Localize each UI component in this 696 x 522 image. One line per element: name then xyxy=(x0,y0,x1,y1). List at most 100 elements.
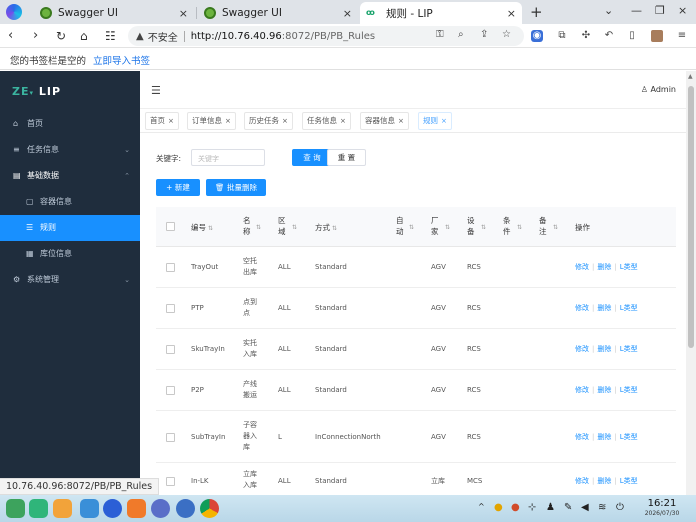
close-icon[interactable]: × xyxy=(441,117,447,125)
row-checkbox[interactable] xyxy=(166,345,175,354)
settings-app-icon[interactable] xyxy=(151,499,170,518)
sidebar-item-task-info[interactable]: ≡ 任务信息 ⌄ xyxy=(0,137,140,163)
clock-date[interactable]: 2026/07/30 xyxy=(638,510,686,517)
scrollbar-thumb[interactable] xyxy=(688,86,694,348)
tray-network-share-icon[interactable]: ⊹ xyxy=(528,502,536,513)
tag-history[interactable]: 历史任务 × xyxy=(244,112,293,130)
share-icon[interactable]: ⇪ xyxy=(480,29,488,40)
sidebar-item-rules[interactable]: ☰ 规则 xyxy=(0,215,140,241)
edit-link[interactable]: 修改 xyxy=(575,304,589,312)
sidebar-item-containers[interactable]: ▢ 容器信息 xyxy=(0,189,140,215)
close-icon[interactable]: × xyxy=(340,117,346,125)
close-icon[interactable]: × xyxy=(168,117,174,125)
reset-button[interactable]: 重 置 xyxy=(327,149,366,166)
ltype-link[interactable]: L类型 xyxy=(620,386,638,394)
profile-avatar[interactable] xyxy=(651,30,663,42)
key-icon[interactable]: ⚿ xyxy=(436,29,444,40)
close-icon[interactable]: × xyxy=(225,117,231,125)
close-icon[interactable]: × xyxy=(398,117,404,125)
import-bookmarks-link[interactable]: 立即导入书签 xyxy=(93,56,150,67)
close-window-icon[interactable]: × xyxy=(678,4,687,17)
edit-link[interactable]: 修改 xyxy=(575,433,589,441)
zoom-icon[interactable]: ⌕ xyxy=(458,29,464,40)
sidebar-item-locations[interactable]: ▦ 库位信息 xyxy=(0,241,140,267)
edge-app-icon[interactable] xyxy=(103,499,122,518)
puzzle-icon[interactable]: ✣ xyxy=(580,30,592,42)
monitor-app-icon[interactable] xyxy=(176,499,195,518)
browser-tab-swagger-2[interactable]: Swagger UI × xyxy=(198,2,358,24)
query-button[interactable]: 查 询 xyxy=(292,149,332,166)
tray-sync-icon[interactable]: ● xyxy=(511,502,520,513)
apps-icon[interactable]: ☷ xyxy=(105,28,116,44)
delete-link[interactable]: 删除 xyxy=(597,345,611,353)
browser-app-icon[interactable] xyxy=(80,499,99,518)
ltype-link[interactable]: L类型 xyxy=(620,477,638,485)
user-menu[interactable]: ♙ Admin xyxy=(641,85,676,94)
mail-app-icon[interactable] xyxy=(127,499,146,518)
sort-icon[interactable]: ⇅ xyxy=(553,222,558,233)
tray-user-icon[interactable]: ♟ xyxy=(546,502,555,513)
close-tab-icon[interactable]: × xyxy=(507,7,516,20)
browser-menu-icon[interactable]: ≡ xyxy=(676,30,688,42)
new-tab-button[interactable]: + xyxy=(530,3,543,21)
col-header-device[interactable]: 设备 xyxy=(467,215,477,237)
sort-icon[interactable]: ⇅ xyxy=(481,222,486,233)
launcher-icon[interactable] xyxy=(6,499,25,518)
edit-link[interactable]: 修改 xyxy=(575,263,589,271)
delete-link[interactable]: 删除 xyxy=(597,386,611,394)
edit-link[interactable]: 修改 xyxy=(575,386,589,394)
col-header-remark[interactable]: 备注 xyxy=(539,215,549,237)
col-header-area[interactable]: 区域 xyxy=(278,215,288,237)
col-header-condition[interactable]: 条件 xyxy=(503,215,513,237)
col-header-code[interactable]: 编号 ⇅ xyxy=(191,222,213,234)
close-icon[interactable]: × xyxy=(282,117,288,125)
ltype-link[interactable]: L类型 xyxy=(620,304,638,312)
tray-power-icon[interactable]: ⏻ xyxy=(616,502,624,513)
col-header-name[interactable]: 名称 xyxy=(243,215,253,237)
url-bar[interactable]: ▲ 不安全 http://10.76.40.96 :8072/PB/PB_Rul… xyxy=(128,26,524,46)
sort-icon[interactable]: ⇅ xyxy=(292,222,297,233)
keyword-input[interactable]: 关键字 xyxy=(191,149,265,166)
row-checkbox[interactable] xyxy=(166,477,175,486)
clock-time[interactable]: 16:21 xyxy=(644,498,680,509)
ltype-link[interactable]: L类型 xyxy=(620,345,638,353)
col-header-mode[interactable]: 方式 ⇅ xyxy=(315,222,337,234)
tray-wifi-icon[interactable]: ≋ xyxy=(598,502,606,513)
ltype-link[interactable]: L类型 xyxy=(620,433,638,441)
home-button-icon[interactable]: ⌂ xyxy=(80,28,88,44)
file-manager-icon[interactable] xyxy=(29,499,48,518)
tray-pen-icon[interactable]: ✎ xyxy=(564,502,572,513)
tray-app-icon[interactable]: ● xyxy=(494,502,503,513)
close-tab-icon[interactable]: × xyxy=(343,7,352,20)
app-store-icon[interactable] xyxy=(53,499,72,518)
restore-icon[interactable]: ❐ xyxy=(655,4,665,17)
hamburger-icon[interactable]: ☰ xyxy=(151,84,161,97)
row-checkbox[interactable] xyxy=(166,433,175,442)
close-tab-icon[interactable]: × xyxy=(179,7,188,20)
ltype-link[interactable]: L类型 xyxy=(620,263,638,271)
sidebar-item-base-data[interactable]: ▤ 基础数据 ⌃ xyxy=(0,163,140,189)
sidepanel-icon[interactable]: ▯ xyxy=(626,30,638,42)
add-button[interactable]: + 新建 xyxy=(156,179,200,196)
forward-arrow-icon[interactable]: › xyxy=(33,28,38,44)
browser-logo-icon[interactable] xyxy=(6,4,22,20)
history-icon[interactable]: ↶ xyxy=(603,30,615,42)
scroll-up-icon[interactable]: ▲ xyxy=(688,73,693,80)
row-checkbox[interactable] xyxy=(166,386,175,395)
minimize-icon[interactable]: — xyxy=(631,4,642,17)
tag-home[interactable]: 首页 × xyxy=(145,112,179,130)
sort-icon[interactable]: ⇅ xyxy=(256,222,261,233)
delete-link[interactable]: 删除 xyxy=(597,263,611,271)
tag-rules[interactable]: 规则 × xyxy=(418,112,452,130)
browser-tab-lip[interactable]: ꝏ 规则 - LIP × xyxy=(360,2,522,24)
tab-search-icon[interactable]: ⌄ xyxy=(604,4,613,17)
tag-tasks[interactable]: 任务信息 × xyxy=(302,112,351,130)
batch-delete-button[interactable]: 🗑 批量删除 xyxy=(206,179,266,196)
warning-icon[interactable]: ▲ xyxy=(136,31,144,42)
screenshot-icon[interactable]: ⧉ xyxy=(556,30,568,42)
delete-link[interactable]: 删除 xyxy=(597,477,611,485)
browser-tab-swagger-1[interactable]: Swagger UI × xyxy=(34,2,194,24)
row-checkbox[interactable] xyxy=(166,304,175,313)
reload-icon[interactable]: ↻ xyxy=(56,28,66,44)
sort-icon[interactable]: ⇅ xyxy=(517,222,522,233)
